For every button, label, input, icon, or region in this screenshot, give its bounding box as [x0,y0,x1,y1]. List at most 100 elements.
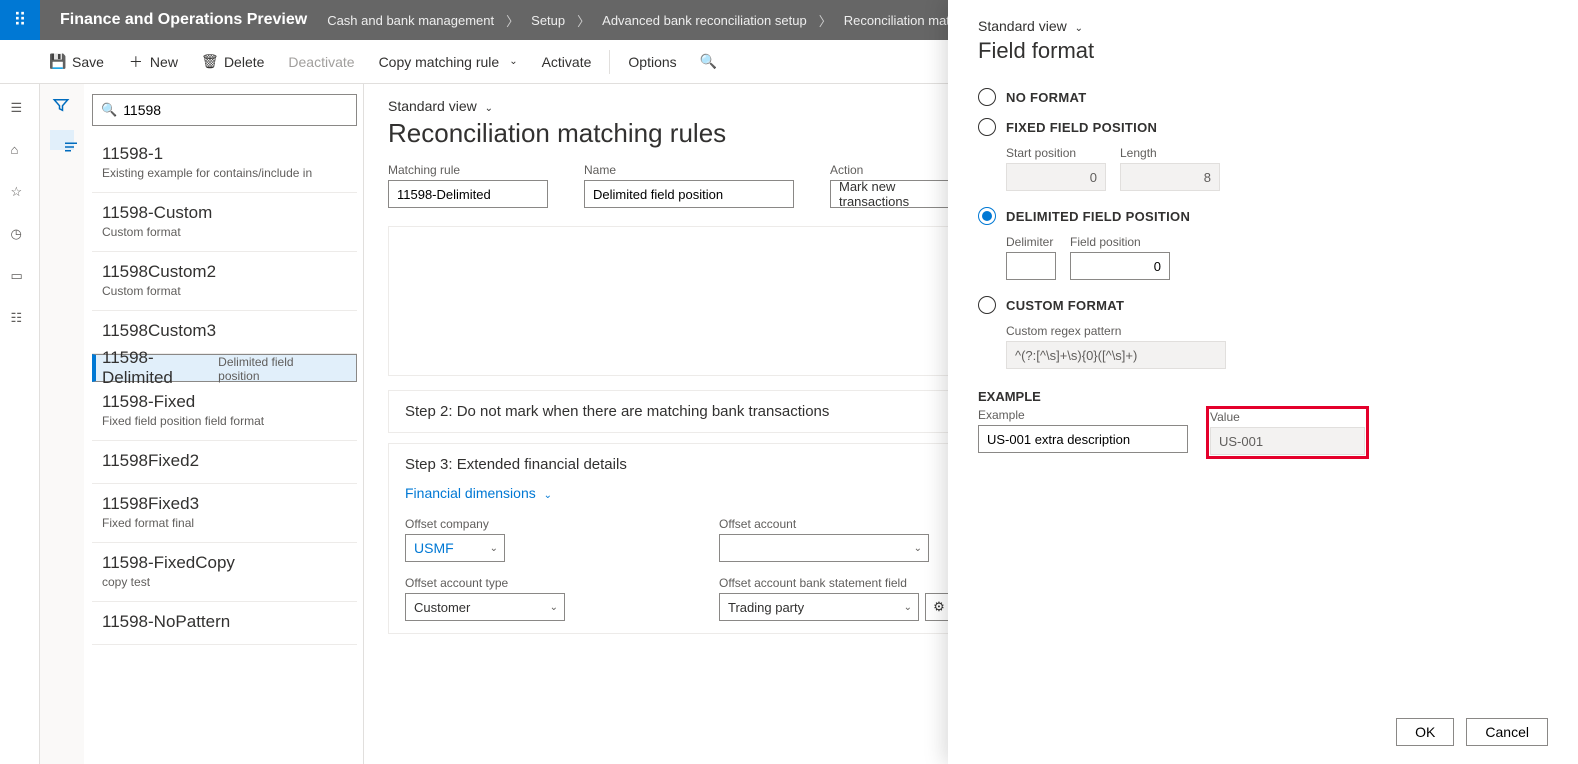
example-label: Example [978,408,1188,422]
list-item[interactable]: 11598Fixed3Fixed format final [92,484,357,543]
example-input[interactable] [978,425,1188,453]
list-item-subtitle: copy test [102,575,347,589]
offset-company-value: USMF [414,540,454,556]
value-output [1210,427,1365,455]
offset-account-type-label: Offset account type [405,576,675,590]
save-button[interactable]: 💾Save [40,48,114,76]
fixed-position-option[interactable]: FIXED FIELD POSITION [978,118,1548,136]
chevron-right-icon: 〉 [506,11,519,30]
activate-label: Activate [542,54,592,70]
options-button[interactable]: Options [618,48,686,76]
chevron-down-icon: ⌄ [1075,23,1083,34]
copy-rule-button[interactable]: Copy matching rule⌄ [369,48,528,76]
list-item-title: 11598-Delimited [102,348,218,388]
offset-account-type-select[interactable]: Customer ⌄ [405,593,565,621]
name-input[interactable] [584,180,794,208]
search-button[interactable]: 🔍 [691,48,727,76]
new-label: New [150,54,178,70]
deactivate-label: Deactivate [288,54,354,70]
app-launcher-icon[interactable]: ⠿ [0,0,40,40]
chevron-down-icon: ⌄ [914,543,922,554]
breadcrumb-item[interactable]: Setup [531,13,565,28]
offset-bank-stmt-value: Trading party [728,600,804,615]
delimiter-label: Delimiter [1006,235,1056,249]
list-item-title: 11598Fixed3 [102,494,347,514]
delimited-position-label: DELIMITED FIELD POSITION [1006,209,1190,224]
offset-company-select[interactable]: USMF ⌄ [405,534,505,562]
panel-title: Field format [978,38,1548,64]
list-item-subtitle: Existing example for contains/include in [102,166,347,180]
list-item[interactable]: 11598-CustomCustom format [92,193,357,252]
list-item[interactable]: 11598-Fixed Fixed field position field fo… [92,382,357,441]
list-item-title: 11598-FixedCopy [102,553,347,573]
list-item[interactable]: 11598-NoPattern [92,602,357,645]
list-pane: 🔍 11598-1Existing example for contains/i… [84,84,364,764]
search-input-wrapper[interactable]: 🔍 [92,94,357,126]
save-icon: 💾 [50,54,66,70]
list-item[interactable]: 11598-1Existing example for contains/inc… [92,134,357,193]
activate-button[interactable]: Activate [532,48,602,76]
field-position-input[interactable] [1070,252,1170,280]
nav-rail: ☰ ⌂ ☆ ◷ ▭ ☷ [0,84,40,764]
start-position-input [1006,163,1106,191]
list-item[interactable]: 11598-FixedCopy copy test [92,543,357,602]
filter-column [40,84,84,764]
breadcrumb: Cash and bank management 〉 Setup 〉 Advance… [327,11,977,30]
list-item[interactable]: 11598Fixed2 [92,441,357,484]
star-icon[interactable]: ☆ [11,184,29,202]
copy-label: Copy matching rule [379,54,500,70]
offset-company-label: Offset company [405,517,675,531]
delete-button[interactable]: 🗑Delete [192,48,274,76]
deactivate-button: Deactivate [278,48,364,76]
offset-account-type-value: Customer [414,600,470,615]
cancel-button[interactable]: Cancel [1466,718,1548,746]
options-label: Options [628,54,676,70]
filter-icon[interactable] [52,96,72,116]
delete-label: Delete [224,54,264,70]
list-item-subtitle: Custom format [102,225,347,239]
offset-account-select[interactable]: ⌄ [719,534,929,562]
list-item[interactable]: 11598Custom2 Custom format [92,252,357,311]
list-item-subtitle: Delimited field position [218,355,332,383]
chevron-right-icon: 〉 [819,11,832,30]
radio-icon [978,296,996,314]
matching-rule-input[interactable] [388,180,548,208]
std-view-label: Standard view [388,98,477,114]
list-item-title: 11598Custom2 [102,262,347,282]
list-icon[interactable] [50,130,74,150]
list-item-title: 11598-Fixed [102,392,347,412]
search-input[interactable] [123,102,348,118]
chevron-down-icon: ⌄ [550,602,558,613]
workspace-icon[interactable]: ▭ [11,268,29,286]
delimited-position-option[interactable]: DELIMITED FIELD POSITION [978,207,1548,225]
breadcrumb-item[interactable]: Cash and bank management [327,13,494,28]
modules-icon[interactable]: ☷ [11,310,29,328]
offset-bank-stmt-select[interactable]: Trading party⌄ [719,593,919,621]
chevron-down-icon: ⌄ [544,490,552,501]
breadcrumb-item[interactable]: Advanced bank reconciliation setup [602,13,807,28]
no-format-label: NO FORMAT [1006,90,1086,105]
search-icon: 🔍 [701,54,717,70]
delimiter-input[interactable] [1006,252,1056,280]
list-item-subtitle: Custom format [102,284,347,298]
ok-button[interactable]: OK [1396,718,1454,746]
custom-format-option[interactable]: CUSTOM FORMAT [978,296,1548,314]
fixed-position-label: FIXED FIELD POSITION [1006,120,1157,135]
length-label: Length [1120,146,1220,160]
panel-standard-view-dropdown[interactable]: Standard view ⌄ [978,18,1548,34]
field-position-label: Field position [1070,235,1170,249]
list-item-subtitle: Fixed field position field format [102,414,347,428]
new-button[interactable]: ＋ New [118,48,188,76]
plus-icon: ＋ [128,54,144,70]
chevron-down-icon: ⌄ [490,543,498,554]
list-item[interactable]: 11598-DelimitedDelimited field position [92,354,357,382]
menu-icon[interactable]: ☰ [11,100,29,118]
recent-icon[interactable]: ◷ [11,226,29,244]
name-label: Name [584,163,794,177]
start-position-label: Start position [1006,146,1106,160]
home-icon[interactable]: ⌂ [11,142,29,160]
no-format-option[interactable]: NO FORMAT [978,88,1548,106]
radio-icon [978,88,996,106]
action-value: Mark new transactions [839,179,965,209]
financial-dimensions-link[interactable]: Financial dimensions ⌄ [405,485,552,501]
